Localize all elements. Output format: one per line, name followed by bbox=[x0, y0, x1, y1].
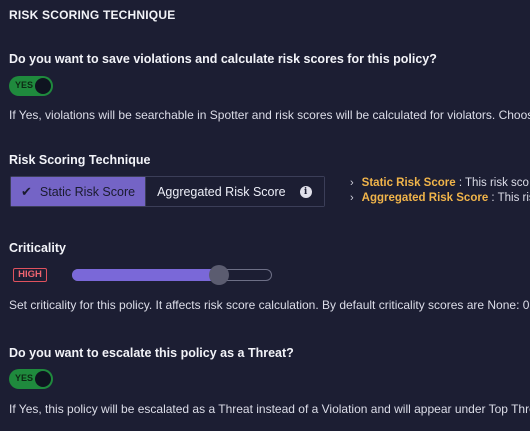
info-icon[interactable]: i bbox=[299, 185, 312, 198]
check-icon: ✔ bbox=[21, 183, 32, 199]
save-violations-question: Do you want to save violations and calcu… bbox=[9, 52, 437, 66]
criticality-label: Criticality bbox=[9, 241, 66, 255]
aggregated-risk-score-label: Aggregated Risk Score bbox=[157, 184, 286, 199]
criticality-description: Set criticality for this policy. It affe… bbox=[9, 298, 530, 312]
legend-key: Aggregated Risk Score bbox=[361, 192, 489, 204]
chevron-right-icon: › bbox=[350, 192, 354, 204]
save-violations-description: If Yes, violations will be searchable in… bbox=[9, 108, 530, 122]
escalate-question: Do you want to escalate this policy as a… bbox=[9, 346, 294, 360]
section-title: RISK SCORING TECHNIQUE bbox=[9, 8, 176, 22]
toggle-label: YES bbox=[15, 373, 34, 383]
legend-item-static: › Static Risk Score : This risk sco bbox=[350, 177, 529, 189]
escalate-toggle[interactable]: YES bbox=[9, 369, 53, 389]
static-risk-score-option[interactable]: ✔ Static Risk Score bbox=[11, 177, 146, 206]
aggregated-risk-score-option[interactable]: Aggregated Risk Score i bbox=[145, 177, 324, 206]
criticality-badge: HIGH bbox=[13, 268, 47, 282]
criticality-slider-thumb[interactable] bbox=[208, 265, 229, 285]
static-risk-score-label: Static Risk Score bbox=[39, 184, 136, 199]
toggle-knob bbox=[35, 371, 51, 387]
save-violations-toggle[interactable]: YES bbox=[9, 76, 53, 96]
legend-key: Static Risk Score bbox=[361, 177, 456, 189]
chevron-right-icon: › bbox=[350, 177, 354, 189]
toggle-label: YES bbox=[15, 80, 34, 90]
criticality-slider-fill bbox=[72, 269, 219, 281]
legend-item-aggregated: › Aggregated Risk Score : This ris bbox=[350, 192, 530, 204]
escalate-description: If Yes, this policy will be escalated as… bbox=[9, 402, 530, 416]
risk-technique-selector: ✔ Static Risk Score Aggregated Risk Scor… bbox=[10, 176, 325, 207]
legend-text: : This ris bbox=[491, 192, 530, 204]
risk-technique-label: Risk Scoring Technique bbox=[9, 153, 151, 167]
legend-text: : This risk sco bbox=[455, 177, 529, 189]
toggle-knob bbox=[35, 78, 51, 94]
